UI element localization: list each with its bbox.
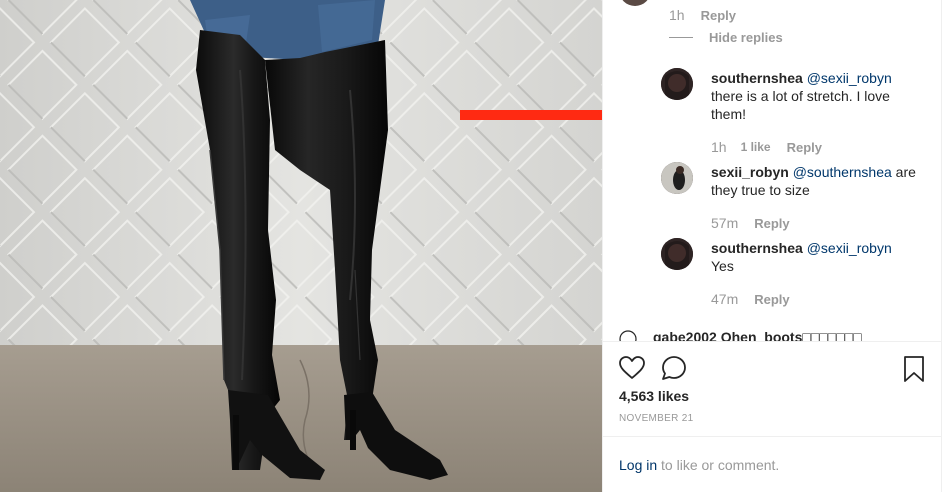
login-link[interactable]: Log in [619, 457, 657, 473]
instagram-post: 1h Reply Hide replies southernshea @sexi… [0, 0, 942, 501]
heart-icon[interactable] [617, 353, 647, 383]
bookmark-icon[interactable] [901, 355, 927, 383]
comment-cutoff-text: gabe2002 Ohen_boots□□□□□□□ [653, 329, 862, 341]
comment-mention[interactable]: @southernshea [793, 164, 892, 180]
comment-bubble-icon[interactable] [659, 353, 689, 383]
post-photo[interactable] [0, 0, 602, 492]
comment-text: sexii_robyn @southernshea are they true … [711, 163, 923, 199]
comment-body: there is a lot of stretch. I love them! [711, 88, 890, 122]
divider-line [669, 37, 693, 38]
comment-mention[interactable]: @sexii_robyn [807, 70, 892, 86]
boots-photo-image [0, 0, 602, 492]
comments-list[interactable]: 1h Reply Hide replies southernshea @sexi… [603, 0, 941, 341]
comment-username[interactable]: southernshea [711, 240, 803, 256]
reply-button[interactable]: Reply [701, 8, 736, 23]
comment-username[interactable]: sexii_robyn [711, 164, 789, 180]
like-count[interactable]: 4,563 likes [619, 388, 689, 404]
comment-meta: 57m Reply [711, 215, 790, 231]
reply-button[interactable]: Reply [754, 216, 789, 231]
comment-item: southernshea @sexii_robyn there is a lot… [711, 69, 923, 123]
avatar[interactable] [661, 238, 693, 270]
login-prompt-text: to like or comment. [657, 457, 780, 473]
avatar[interactable] [661, 68, 693, 100]
avatar[interactable] [619, 0, 651, 6]
reply-button[interactable]: Reply [787, 140, 822, 155]
comment-text: southernshea @sexii_robyn there is a lot… [711, 69, 923, 123]
post-sidebar: 1h Reply Hide replies southernshea @sexi… [602, 0, 942, 492]
comment-time: 47m [711, 291, 739, 307]
login-prompt: Log in to like or comment. [619, 457, 779, 473]
avatar-photo-icon [661, 238, 693, 270]
comment-body: Yes [711, 258, 734, 274]
post-date: NOVEMBER 21 [619, 413, 694, 424]
comment-item: southernshea @sexii_robyn Yes [711, 239, 923, 275]
hide-replies-button[interactable]: Hide replies [669, 30, 783, 45]
post-actions [617, 353, 701, 383]
section-divider [603, 436, 941, 437]
comment-time: 1h [669, 7, 685, 23]
hide-replies-label: Hide replies [709, 30, 783, 45]
avatar-photo-icon [661, 68, 693, 100]
comment-meta: 47m Reply [711, 291, 790, 307]
comment-meta: 1h Reply [669, 7, 736, 23]
comment-likes[interactable]: 1 like [741, 140, 771, 154]
comment-username[interactable]: southernshea [711, 70, 803, 86]
reply-button[interactable]: Reply [754, 292, 789, 307]
comment-meta: 1h 1 like Reply [711, 139, 822, 155]
comment-time: 1h [711, 139, 727, 155]
comment-mention[interactable]: @sexii_robyn [807, 240, 892, 256]
comment-text: southernshea @sexii_robyn Yes [711, 239, 923, 275]
avatar[interactable] [661, 162, 693, 194]
comment-item: sexii_robyn @southernshea are they true … [711, 163, 923, 199]
section-divider [603, 341, 941, 342]
comment-time: 57m [711, 215, 739, 231]
avatar-photo-icon [661, 162, 693, 194]
avatar-icon [619, 330, 637, 341]
